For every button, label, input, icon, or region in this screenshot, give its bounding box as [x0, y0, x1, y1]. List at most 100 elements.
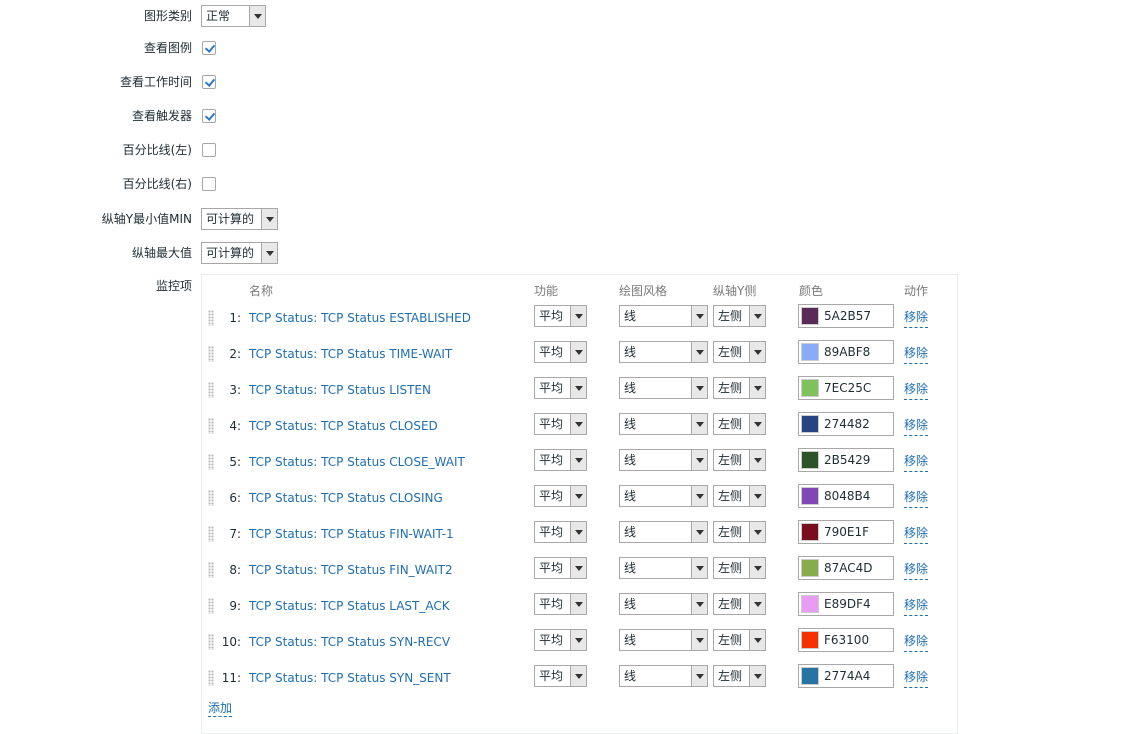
color-swatch[interactable]: [801, 595, 819, 613]
item-color-field[interactable]: 89ABF8: [798, 340, 894, 364]
item-y-axis-side-select[interactable]: 左侧: [713, 449, 766, 471]
item-color-field[interactable]: 274482: [798, 412, 894, 436]
item-name-link[interactable]: TCP Status: TCP Status ESTABLISHED: [249, 307, 471, 329]
item-color-field[interactable]: E89DF4: [798, 592, 894, 616]
remove-item-link[interactable]: 移除: [904, 307, 929, 328]
remove-item-link[interactable]: 移除: [904, 523, 929, 544]
item-name-link[interactable]: TCP Status: TCP Status LISTEN: [249, 379, 431, 401]
item-draw-style-value: 线: [624, 525, 637, 539]
item-draw-style-select[interactable]: 线: [619, 341, 708, 363]
item-name-link[interactable]: TCP Status: TCP Status TIME-WAIT: [249, 343, 452, 365]
item-function-select[interactable]: 平均: [534, 521, 587, 543]
remove-item-link[interactable]: 移除: [904, 559, 929, 580]
add-item-link[interactable]: 添加: [208, 700, 233, 717]
graph-type-select[interactable]: 正常: [201, 5, 266, 27]
item-name-link[interactable]: TCP Status: TCP Status SYN_SENT: [249, 667, 451, 689]
item-color-value: 2B5429: [824, 453, 871, 467]
item-y-axis-side-value: 左侧: [718, 453, 743, 467]
show-legend-checkbox[interactable]: [202, 41, 216, 55]
item-name-link[interactable]: TCP Status: TCP Status FIN-WAIT-1: [249, 523, 454, 545]
table-row: 4: TCP Status: TCP Status CLOSED 平均 线 左侧 2744…: [201, 412, 958, 448]
remove-item-link[interactable]: 移除: [904, 343, 929, 364]
item-draw-style-select[interactable]: 线: [619, 377, 708, 399]
item-draw-style-select[interactable]: 线: [619, 485, 708, 507]
item-draw-style-select[interactable]: 线: [619, 413, 708, 435]
item-color-field[interactable]: 7EC25C: [798, 376, 894, 400]
item-draw-style-select[interactable]: 线: [619, 557, 708, 579]
show-triggers-checkbox[interactable]: [202, 109, 216, 123]
remove-item-link[interactable]: 移除: [904, 631, 929, 652]
item-draw-style-select[interactable]: 线: [619, 449, 708, 471]
show-working-time-checkbox[interactable]: [202, 75, 216, 89]
chevron-down-icon: [570, 486, 586, 506]
item-color-field[interactable]: 2774A4: [798, 664, 894, 688]
remove-item-link[interactable]: 移除: [904, 487, 929, 508]
item-color-field[interactable]: 790E1F: [798, 520, 894, 544]
item-y-axis-side-value: 左侧: [718, 633, 743, 647]
item-y-axis-side-select[interactable]: 左侧: [713, 341, 766, 363]
color-swatch[interactable]: [801, 415, 819, 433]
chevron-down-icon: [691, 558, 707, 578]
item-function-select[interactable]: 平均: [534, 593, 587, 615]
item-function-select[interactable]: 平均: [534, 305, 587, 327]
item-draw-style-value: 线: [624, 381, 637, 395]
remove-item-link[interactable]: 移除: [904, 595, 929, 616]
item-draw-style-select[interactable]: 线: [619, 629, 708, 651]
item-color-field[interactable]: 2B5429: [798, 448, 894, 472]
header-name: 名称: [249, 284, 274, 298]
item-function-select[interactable]: 平均: [534, 485, 587, 507]
item-name-link[interactable]: TCP Status: TCP Status LAST_ACK: [249, 595, 450, 617]
remove-item-link[interactable]: 移除: [904, 379, 929, 400]
remove-item-link[interactable]: 移除: [904, 451, 929, 472]
item-draw-style-select[interactable]: 线: [619, 305, 708, 327]
item-color-field[interactable]: F63100: [798, 628, 894, 652]
color-swatch[interactable]: [801, 379, 819, 397]
item-color-field[interactable]: 87AC4D: [798, 556, 894, 580]
item-name-link[interactable]: TCP Status: TCP Status CLOSE_WAIT: [249, 451, 465, 473]
item-function-select[interactable]: 平均: [534, 377, 587, 399]
color-swatch[interactable]: [801, 307, 819, 325]
color-swatch[interactable]: [801, 487, 819, 505]
item-y-axis-side-select[interactable]: 左侧: [713, 305, 766, 327]
item-function-select[interactable]: 平均: [534, 449, 587, 471]
item-color-value: 7EC25C: [824, 381, 872, 395]
items-section-label: 监控项: [155, 279, 192, 293]
item-draw-style-select[interactable]: 线: [619, 521, 708, 543]
item-draw-style-select[interactable]: 线: [619, 593, 708, 615]
item-y-axis-side-select[interactable]: 左侧: [713, 521, 766, 543]
item-y-axis-side-select[interactable]: 左侧: [713, 665, 766, 687]
item-color-field[interactable]: 8048B4: [798, 484, 894, 508]
item-draw-style-select[interactable]: 线: [619, 665, 708, 687]
item-function-select[interactable]: 平均: [534, 557, 587, 579]
item-function-select[interactable]: 平均: [534, 665, 587, 687]
y-min-label: 纵轴Y最小值MIN: [101, 212, 192, 226]
y-min-select[interactable]: 可计算的: [201, 208, 278, 230]
y-max-select[interactable]: 可计算的: [201, 242, 278, 264]
item-function-select[interactable]: 平均: [534, 629, 587, 651]
color-swatch[interactable]: [801, 559, 819, 577]
item-y-axis-side-value: 左侧: [718, 417, 743, 431]
color-swatch[interactable]: [801, 631, 819, 649]
item-draw-style-value: 线: [624, 345, 637, 359]
color-swatch[interactable]: [801, 523, 819, 541]
item-y-axis-side-select[interactable]: 左侧: [713, 485, 766, 507]
percentile-right-checkbox[interactable]: [202, 177, 216, 191]
item-name-link[interactable]: TCP Status: TCP Status FIN_WAIT2: [249, 559, 453, 581]
remove-item-link[interactable]: 移除: [904, 667, 929, 688]
item-y-axis-side-select[interactable]: 左侧: [713, 557, 766, 579]
item-name-link[interactable]: TCP Status: TCP Status CLOSING: [249, 487, 443, 509]
color-swatch[interactable]: [801, 343, 819, 361]
item-function-select[interactable]: 平均: [534, 413, 587, 435]
item-y-axis-side-select[interactable]: 左侧: [713, 377, 766, 399]
item-function-select[interactable]: 平均: [534, 341, 587, 363]
percentile-left-checkbox[interactable]: [202, 143, 216, 157]
item-y-axis-side-select[interactable]: 左侧: [713, 413, 766, 435]
item-name-link[interactable]: TCP Status: TCP Status CLOSED: [249, 415, 438, 437]
item-name-link[interactable]: TCP Status: TCP Status SYN-RECV: [249, 631, 450, 653]
item-y-axis-side-select[interactable]: 左侧: [713, 593, 766, 615]
color-swatch[interactable]: [801, 451, 819, 469]
color-swatch[interactable]: [801, 667, 819, 685]
item-color-field[interactable]: 5A2B57: [798, 304, 894, 328]
remove-item-link[interactable]: 移除: [904, 415, 929, 436]
item-y-axis-side-select[interactable]: 左侧: [713, 629, 766, 651]
